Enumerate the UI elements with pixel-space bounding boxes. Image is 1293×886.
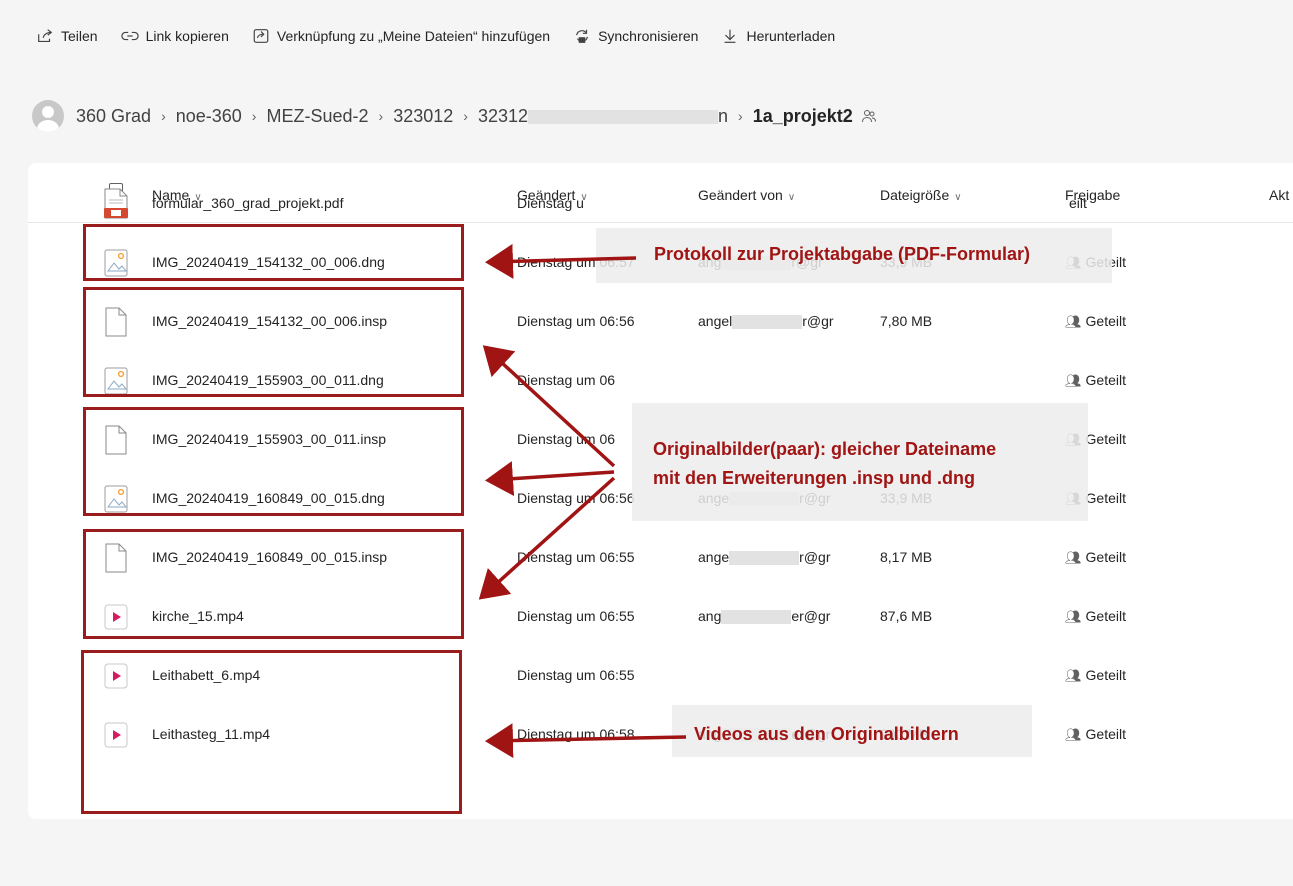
sharing-status[interactable]: 👥︎Geteilt	[1065, 313, 1126, 330]
annotation-box-pair-2	[83, 407, 464, 516]
sharing-status[interactable]: 👥︎Geteilt	[1065, 549, 1126, 566]
chevron-right-icon: ›	[251, 108, 257, 124]
modified-date: Dienstag um 06:55	[517, 549, 635, 565]
sharing-label: Geteilt	[1085, 313, 1126, 329]
add-shortcut-button[interactable]: Verknüpfung zu „Meine Dateien“ hinzufüge…	[252, 27, 550, 45]
breadcrumb-partial-start: 32312	[477, 105, 528, 126]
redacted-text	[721, 610, 792, 625]
shared-people-icon: 👥︎	[1065, 314, 1082, 329]
file-size: 7,80 MB	[880, 313, 933, 329]
sharing-label: Geteilt	[1085, 372, 1126, 388]
modified-date: Dienstag um 06:55	[517, 608, 635, 624]
sharing-label: Geteilt	[1085, 431, 1126, 447]
share-button[interactable]: Teilen	[36, 27, 98, 45]
annotation-originals-line1: Originalbilder(paar): gleicher Dateiname	[653, 439, 997, 459]
breadcrumb-current: 1a_projekt2	[752, 105, 853, 126]
sharing-status[interactable]: 👥︎Geteilt	[1065, 372, 1126, 389]
sharing-status[interactable]: 👥︎Geteilt	[1065, 726, 1126, 743]
share-label: Teilen	[61, 28, 98, 44]
breadcrumb-item-redacted[interactable]: 32312 n	[476, 106, 730, 127]
add-shortcut-label: Verknüpfung zu „Meine Dateien“ hinzufüge…	[276, 28, 551, 44]
breadcrumb-item-noe-360[interactable]: noe-360	[174, 106, 244, 127]
chevron-right-icon: ›	[738, 108, 743, 124]
sync-button[interactable]: Synchronisieren	[573, 27, 698, 45]
share-icon	[38, 29, 53, 42]
shortcut-icon	[253, 29, 269, 43]
annotation-videos-label: Videos aus den Originalbildern	[694, 724, 959, 744]
download-icon	[725, 29, 736, 43]
annotation-originals-line2: mit den Erweiterungen .insp und .dng	[653, 468, 976, 488]
annotation-box-pair-1	[83, 287, 464, 397]
chevron-right-icon: ›	[161, 108, 166, 124]
modified-date: Dienstag um 06	[517, 372, 616, 388]
file-size: 8,17 MB	[880, 549, 933, 565]
modified-by: ange r@gr	[698, 549, 831, 566]
chevron-right-icon: ›	[378, 108, 384, 124]
shared-people-icon: 👥︎	[1065, 609, 1082, 624]
redacted-text	[528, 109, 718, 124]
sharing-status[interactable]: 👥︎Geteilt	[1065, 667, 1126, 684]
avatar	[32, 100, 64, 132]
redacted-text	[732, 315, 803, 330]
shared-icon	[861, 110, 876, 123]
sharing-status[interactable]: eilt	[1065, 195, 1087, 211]
breadcrumb-item-mez-sued-2[interactable]: MEZ-Sued-2	[264, 106, 370, 127]
shared-people-icon: 👥︎	[1065, 727, 1082, 742]
chevron-right-icon: ›	[463, 108, 468, 124]
shared-people-icon: 👥︎	[1065, 668, 1082, 683]
sync-label: Synchronisieren	[598, 28, 699, 44]
modified-date: Dienstag um 06:56	[517, 313, 635, 329]
modified-by: angel r@gr	[698, 313, 834, 330]
redacted-area	[632, 403, 1088, 521]
redacted-text	[729, 551, 800, 566]
download-button[interactable]: Herunterladen	[721, 27, 835, 45]
sharing-label: eilt	[1069, 195, 1087, 211]
sharing-label: Geteilt	[1085, 667, 1126, 683]
sync-icon	[576, 29, 589, 43]
breadcrumb-item-360-grad[interactable]: 360 Grad	[74, 106, 153, 127]
pdf-file-icon	[102, 188, 130, 220]
annotation-pdf-label: Protokoll zur Projektabgabe (PDF-Formula…	[654, 244, 1031, 264]
sharing-label: Geteilt	[1085, 490, 1126, 506]
shared-people-icon: 👥︎	[1065, 550, 1082, 565]
modified-by-end: r@gr	[799, 549, 831, 565]
annotation-box-pdf	[83, 224, 464, 281]
copy-link-label: Link kopieren	[145, 28, 229, 44]
modified-date: Dienstag u	[517, 195, 584, 211]
annotation-box-videos	[81, 650, 462, 814]
modified-date: Dienstag um 06:58	[517, 726, 635, 742]
sharing-status[interactable]: 👥︎Geteilt	[1065, 608, 1126, 625]
link-icon	[120, 31, 139, 41]
modified-by-start: ange	[698, 549, 730, 565]
file-name[interactable]: formular_360_grad_projekt.pdf	[152, 195, 343, 211]
sharing-label: Geteilt	[1085, 726, 1126, 742]
copy-link-button[interactable]: Link kopieren	[120, 27, 229, 45]
modified-date: Dienstag um 06:56	[517, 490, 635, 506]
download-label: Herunterladen	[746, 28, 836, 44]
breadcrumb: 360 Grad › noe-360 › MEZ-Sued-2 › 323012…	[32, 100, 877, 132]
modified-by: ang er@gr	[698, 608, 831, 625]
modified-by-start: ang	[698, 608, 722, 624]
command-bar: Teilen Link kopieren Verknüpfung zu „Mei…	[36, 27, 858, 45]
modified-date: Dienstag um 06	[517, 431, 616, 447]
annotation-box-pair-3	[83, 529, 464, 639]
modified-date: Dienstag um 06:55	[517, 667, 635, 683]
sharing-label: Geteilt	[1085, 549, 1126, 565]
breadcrumb-item-323012[interactable]: 323012	[391, 106, 455, 127]
modified-by-end: er@gr	[791, 608, 831, 624]
file-size: 87,6 MB	[880, 608, 933, 624]
modified-by-end: r@gr	[802, 313, 834, 329]
sharing-label: Geteilt	[1085, 608, 1126, 624]
shared-people-icon: 👥︎	[1065, 373, 1082, 388]
breadcrumb-partial-end: n	[718, 105, 729, 126]
modified-by-start: angel	[698, 313, 733, 329]
